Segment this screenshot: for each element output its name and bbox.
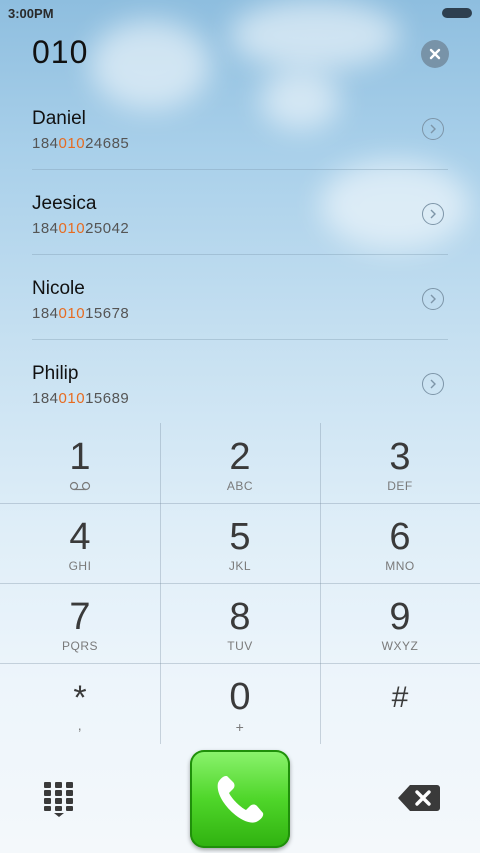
call-button[interactable]: [190, 750, 290, 848]
voicemail-icon: [69, 481, 91, 491]
contact-name: Nicole: [32, 278, 85, 299]
clear-input-button[interactable]: [421, 40, 449, 68]
chevron-right-icon: [430, 379, 436, 389]
contact-number: 18401015678: [32, 305, 130, 322]
bottom-action-bar: [0, 744, 480, 853]
key-2[interactable]: 2 ABC: [160, 423, 320, 503]
contact-number: 18401015689: [32, 390, 130, 407]
key-1[interactable]: 1: [0, 423, 160, 503]
key-digit: 5: [229, 516, 251, 558]
contact-detail-button[interactable]: [422, 118, 444, 140]
contact-detail-button[interactable]: [422, 203, 444, 225]
chevron-right-icon: [430, 209, 436, 219]
battery-icon: [442, 8, 472, 18]
key-letters: PQRS: [61, 639, 98, 653]
key-digit: 7: [69, 596, 91, 638]
key-hash[interactable]: #: [320, 663, 480, 743]
dial-keypad: 1 2 ABC 3 DEF 4 GHI 5 JKL 6 MNO 7 PQRS 8…: [0, 423, 480, 744]
key-letters: DEF: [387, 479, 413, 493]
key-digit: 2: [229, 436, 251, 478]
chevron-right-icon: [430, 294, 436, 304]
key-letters: JKL: [228, 559, 252, 573]
contact-row[interactable]: Jeesica 18401025042: [32, 170, 448, 255]
phone-handset-icon: [217, 776, 264, 823]
chevron-right-icon: [430, 124, 436, 134]
key-digit: *: [73, 679, 87, 717]
contact-number: 18401025042: [32, 220, 130, 237]
key-letters: WXYZ: [381, 639, 419, 653]
key-digit: 8: [229, 596, 251, 638]
key-4[interactable]: 4 GHI: [0, 503, 160, 583]
number-match-highlight: 010: [58, 220, 86, 237]
key-letters: TUV: [227, 639, 253, 653]
key-letters: +: [235, 719, 245, 735]
close-icon: [429, 48, 441, 60]
key-digit: 6: [389, 516, 411, 558]
key-5[interactable]: 5 JKL: [160, 503, 320, 583]
key-letters: ,: [77, 717, 83, 733]
backspace-icon: [398, 785, 440, 811]
contact-name: Philip: [32, 363, 79, 384]
contact-detail-button[interactable]: [422, 373, 444, 395]
status-bar: 3:00PM: [0, 0, 480, 26]
contact-number: 18401024685: [32, 135, 130, 152]
contact-detail-button[interactable]: [422, 288, 444, 310]
dialpad-grid-icon: [44, 782, 73, 817]
key-digit: 3: [389, 436, 411, 478]
key-9[interactable]: 9 WXYZ: [320, 583, 480, 663]
key-letters: GHI: [68, 559, 92, 573]
key-digit: 1: [69, 436, 91, 478]
contact-name: Jeesica: [32, 193, 97, 214]
key-8[interactable]: 8 TUV: [160, 583, 320, 663]
key-0[interactable]: 0 +: [160, 663, 320, 743]
key-digit: 9: [389, 596, 411, 638]
contact-row[interactable]: Philip 18401015689: [32, 340, 448, 424]
dialed-number: 010: [32, 34, 89, 70]
backspace-button[interactable]: [398, 784, 440, 812]
key-letters: MNO: [385, 559, 415, 573]
key-digit: 4: [69, 516, 91, 558]
number-match-highlight: 010: [58, 305, 86, 322]
number-match-highlight: 010: [58, 390, 86, 407]
contact-row[interactable]: Nicole 18401015678: [32, 255, 448, 340]
key-7[interactable]: 7 PQRS: [0, 583, 160, 663]
key-6[interactable]: 6 MNO: [320, 503, 480, 583]
number-match-highlight: 010: [58, 135, 86, 152]
key-letters: ABC: [226, 479, 254, 493]
key-star[interactable]: * ,: [0, 663, 160, 743]
key-3[interactable]: 3 DEF: [320, 423, 480, 503]
contact-row[interactable]: Daniel 18401024685: [32, 85, 448, 170]
key-digit: #: [391, 681, 409, 714]
status-time: 3:00PM: [8, 6, 54, 21]
dialpad-toggle-button[interactable]: [44, 782, 74, 818]
contact-name: Daniel: [32, 108, 86, 129]
contact-suggestion-list: Daniel 18401024685 Jeesica 18401025042 N…: [0, 85, 480, 424]
key-digit: 0: [229, 676, 251, 718]
